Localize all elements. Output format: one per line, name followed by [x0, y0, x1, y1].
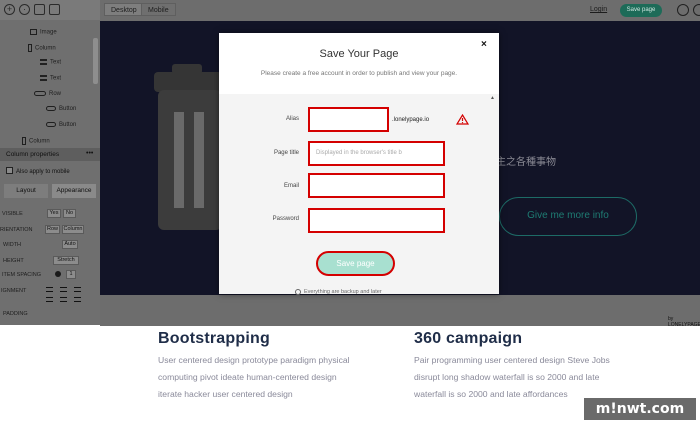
- section-body-360: Pair programming user centered design St…: [414, 355, 610, 399]
- tree-item-text[interactable]: Text: [40, 59, 61, 66]
- settings-icon[interactable]: [677, 4, 689, 16]
- password-label: Password: [272, 216, 299, 222]
- page-title-label: Page title: [273, 150, 299, 156]
- text-icon: [40, 59, 47, 65]
- image-icon: [30, 29, 37, 35]
- scroll-up-icon[interactable]: ▲: [490, 95, 495, 101]
- modal-title: Save Your Page: [319, 48, 399, 60]
- orientation-column-button[interactable]: Column: [62, 225, 84, 234]
- section-header: Column properties •••: [0, 148, 100, 161]
- orientation-row-button[interactable]: Row: [45, 225, 60, 234]
- tree-item-column[interactable]: Column: [28, 44, 56, 52]
- settings-icon[interactable]: ·: [19, 4, 30, 15]
- canvas-right-text: 主之各種事物: [496, 157, 556, 168]
- alignment-label: IGNMENT: [1, 288, 27, 294]
- orientation-label: RIENTATION: [0, 227, 33, 233]
- width-label: WIDTH: [3, 242, 22, 248]
- align-top-center-icon[interactable]: [60, 287, 67, 292]
- save-page-top-button[interactable]: Save page: [620, 4, 662, 17]
- modal-header: [219, 33, 499, 94]
- give-more-info-button[interactable]: Give me more info: [499, 197, 637, 236]
- email-label: Email: [283, 183, 299, 189]
- login-link[interactable]: Login: [590, 6, 607, 13]
- apply-mobile-label: Also apply to mobile: [16, 169, 70, 175]
- align-top-right-icon[interactable]: [74, 287, 81, 292]
- align-middle-right-icon[interactable]: [74, 297, 81, 302]
- column-icon: [28, 44, 32, 52]
- tab-appearance[interactable]: Appearance: [52, 184, 96, 198]
- section-body-bootstrapping: User centered design prototype paradigm …: [158, 355, 350, 399]
- item-spacing-input[interactable]: 1: [66, 270, 76, 279]
- tree-item-image[interactable]: Image: [30, 29, 57, 36]
- alias-input[interactable]: [308, 107, 389, 132]
- save-page-modal: Save Your Page Please create a free acco…: [219, 33, 499, 295]
- visible-no-button[interactable]: No: [63, 209, 76, 218]
- text-icon: [40, 75, 47, 81]
- add-icon[interactable]: +: [4, 4, 15, 15]
- alias-suffix: .lonelypage.io: [392, 117, 430, 123]
- trash-illustration: [154, 64, 222, 230]
- height-dropdown[interactable]: Stretch: [53, 256, 79, 265]
- align-middle-center-icon[interactable]: [60, 297, 67, 302]
- left-panel: + · Image Column Text Text Row Button Bu…: [0, 0, 100, 325]
- tree-item-text[interactable]: Text: [40, 75, 61, 82]
- section-title: Column properties: [6, 151, 60, 158]
- sidebar-scrollbar[interactable]: [93, 38, 98, 84]
- section-title-360: 360 campaign: [414, 330, 523, 347]
- password-input[interactable]: [308, 208, 445, 233]
- watermark: m!nwt.com: [584, 398, 696, 420]
- canvas-footer-band: [100, 295, 700, 326]
- terms-text: Everything are backup and later: [304, 289, 382, 294]
- delete-icon[interactable]: [49, 4, 60, 15]
- item-spacing-label: ITEM SPACING: [2, 272, 42, 278]
- top-bar: [100, 0, 700, 21]
- button-icon: [46, 106, 56, 111]
- visible-yes-button[interactable]: Yes: [47, 209, 61, 218]
- page-title-input[interactable]: Displayed in the browser's title b: [308, 141, 445, 166]
- spacing-slider-handle[interactable]: [55, 271, 61, 277]
- visible-label: VISIBLE: [2, 211, 23, 217]
- alias-label: Alias: [285, 116, 299, 122]
- close-icon[interactable]: ×: [481, 39, 487, 50]
- modal-subtitle: Please create a free account in order to…: [260, 70, 458, 77]
- align-middle-left-icon[interactable]: [46, 297, 53, 302]
- save-page-button[interactable]: Save page: [316, 251, 395, 276]
- tab-mobile[interactable]: Mobile: [141, 3, 176, 16]
- tree-item-button[interactable]: Button: [46, 122, 76, 128]
- tree-item-row[interactable]: Row: [34, 91, 61, 97]
- column-icon: [22, 137, 26, 145]
- warning-icon: [456, 114, 469, 125]
- tab-desktop[interactable]: Desktop: [104, 3, 144, 16]
- height-label: HEIGHT: [3, 258, 24, 264]
- left-toolbar: + ·: [0, 0, 100, 20]
- copy-icon[interactable]: [34, 4, 45, 15]
- tree-item-column[interactable]: Column: [22, 137, 50, 145]
- info-icon: [295, 289, 301, 295]
- align-top-left-icon[interactable]: [46, 287, 53, 292]
- button-icon: [46, 122, 56, 127]
- more-icon[interactable]: •••: [86, 150, 93, 157]
- padding-label: PADDING: [3, 311, 28, 317]
- tree-item-button[interactable]: Button: [46, 106, 76, 112]
- user-icon[interactable]: [693, 4, 700, 16]
- alignment-grid[interactable]: [44, 285, 84, 307]
- modal-scrollbar[interactable]: ▲: [490, 94, 495, 294]
- email-input[interactable]: [308, 173, 445, 198]
- row-icon: [34, 91, 46, 96]
- byline: by LONELYPAGE: [668, 316, 700, 328]
- apply-mobile-checkbox[interactable]: [6, 167, 13, 174]
- width-dropdown[interactable]: Auto: [62, 240, 78, 249]
- section-title-bootstrapping: Bootstrapping: [158, 330, 270, 347]
- tab-layout[interactable]: Layout: [4, 184, 48, 198]
